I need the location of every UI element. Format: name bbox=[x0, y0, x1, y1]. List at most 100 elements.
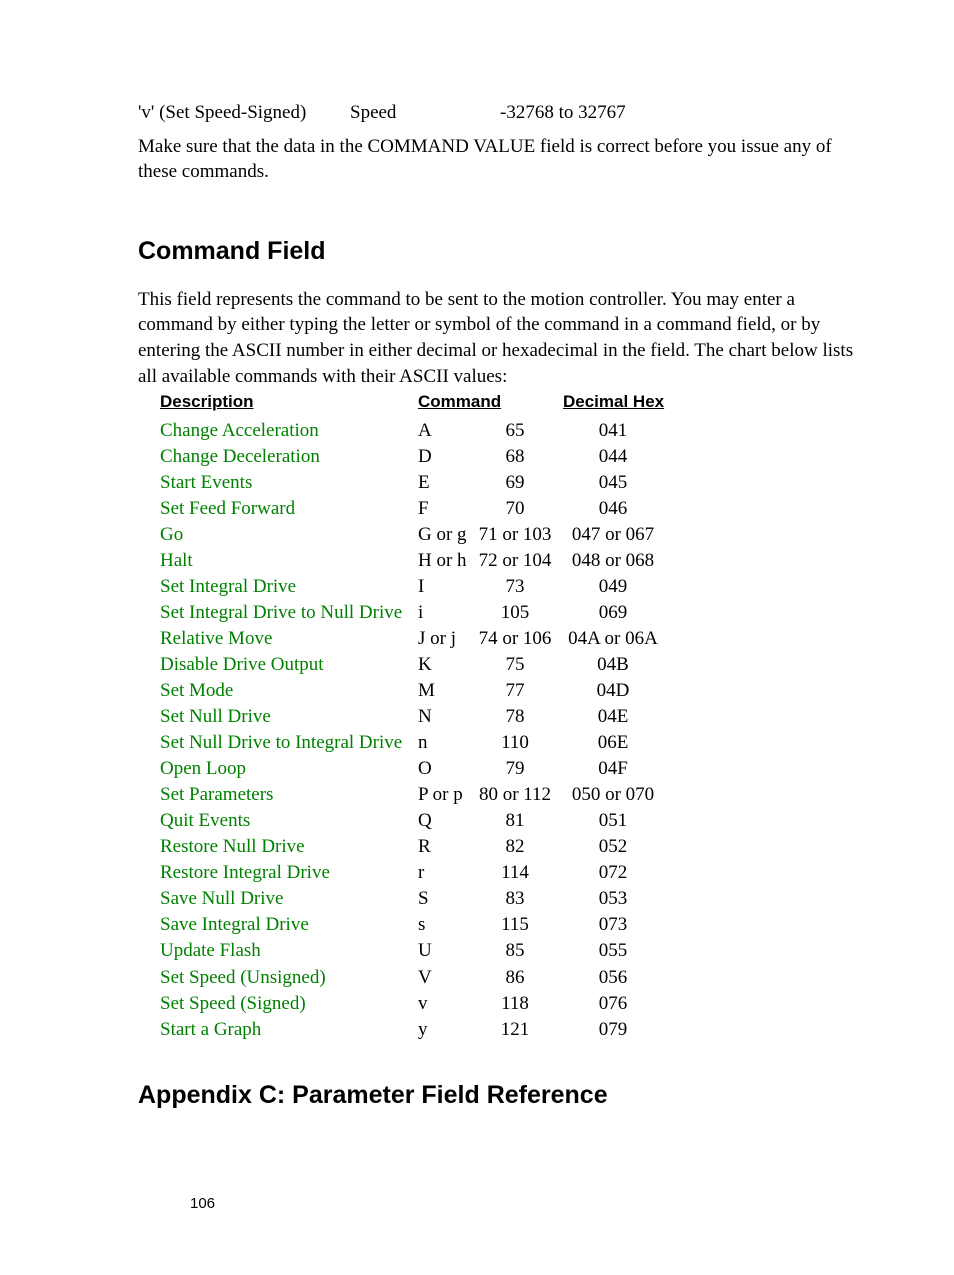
command-decimal: 79 bbox=[467, 756, 563, 782]
command-description-link[interactable]: Save Integral Drive bbox=[160, 912, 418, 938]
command-decimal: 78 bbox=[467, 704, 563, 730]
command-letter: E bbox=[418, 470, 467, 496]
command-table-row: Set Null Drive to Integral Driven11006E bbox=[160, 730, 864, 756]
command-decimal: 74 or 106 bbox=[467, 626, 563, 652]
command-decimal: 105 bbox=[467, 600, 563, 626]
command-table-header: Description Command Decimal Hex bbox=[160, 391, 864, 414]
command-description-link[interactable]: Restore Integral Drive bbox=[160, 860, 418, 886]
command-description-link[interactable]: Start a Graph bbox=[160, 1017, 418, 1043]
command-table-row: Save Null DriveS83053 bbox=[160, 886, 864, 912]
command-description-link[interactable]: Open Loop bbox=[160, 756, 418, 782]
command-decimal: 115 bbox=[467, 912, 563, 938]
command-hex: 046 bbox=[563, 496, 663, 522]
command-description-link[interactable]: Set Speed (Signed) bbox=[160, 991, 418, 1017]
command-hex: 051 bbox=[563, 808, 663, 834]
command-description-link[interactable]: Set Integral Drive bbox=[160, 574, 418, 600]
command-description-link[interactable]: Set Integral Drive to Null Drive bbox=[160, 600, 418, 626]
page-number: 106 bbox=[190, 1194, 864, 1214]
command-table-row: Set Speed (Signed)v118076 bbox=[160, 991, 864, 1017]
command-table-row: Update FlashU85055 bbox=[160, 938, 864, 964]
command-description-link[interactable]: Set Null Drive to Integral Drive bbox=[160, 730, 418, 756]
command-hex: 047 or 067 bbox=[563, 522, 663, 548]
speed-row-c1: 'v' (Set Speed-Signed) bbox=[138, 100, 350, 126]
command-description-link[interactable]: Change Deceleration bbox=[160, 444, 418, 470]
command-decimal: 86 bbox=[467, 965, 563, 991]
command-hex: 079 bbox=[563, 1017, 663, 1043]
command-description-link[interactable]: Set Null Drive bbox=[160, 704, 418, 730]
command-description-link[interactable]: Quit Events bbox=[160, 808, 418, 834]
command-letter: n bbox=[418, 730, 467, 756]
command-decimal: 75 bbox=[467, 652, 563, 678]
command-letter: i bbox=[418, 600, 467, 626]
command-description-link[interactable]: Disable Drive Output bbox=[160, 652, 418, 678]
command-decimal: 118 bbox=[467, 991, 563, 1017]
command-table-row: Set ModeM7704D bbox=[160, 678, 864, 704]
command-table-row: Quit EventsQ81051 bbox=[160, 808, 864, 834]
command-hex: 04E bbox=[563, 704, 663, 730]
speed-row-c3: -32768 to 32767 bbox=[500, 100, 670, 126]
command-table-row: Disable Drive OutputK7504B bbox=[160, 652, 864, 678]
command-letter: s bbox=[418, 912, 467, 938]
command-decimal: 85 bbox=[467, 938, 563, 964]
command-decimal: 114 bbox=[467, 860, 563, 886]
command-hex: 04F bbox=[563, 756, 663, 782]
command-hex: 052 bbox=[563, 834, 663, 860]
command-letter: R bbox=[418, 834, 467, 860]
command-letter: M bbox=[418, 678, 467, 704]
command-table-row: Set Speed (Unsigned)V86056 bbox=[160, 965, 864, 991]
command-hex: 076 bbox=[563, 991, 663, 1017]
command-decimal: 121 bbox=[467, 1017, 563, 1043]
header-description: Description bbox=[160, 391, 418, 414]
command-table-row: Save Integral Drives115073 bbox=[160, 912, 864, 938]
command-table-row: Open LoopO7904F bbox=[160, 756, 864, 782]
command-description-link[interactable]: Relative Move bbox=[160, 626, 418, 652]
command-description-link[interactable]: Change Acceleration bbox=[160, 418, 418, 444]
command-letter: U bbox=[418, 938, 467, 964]
command-description-link[interactable]: Start Events bbox=[160, 470, 418, 496]
heading-appendix-c: Appendix C: Parameter Field Reference bbox=[138, 1079, 864, 1113]
command-hex: 048 or 068 bbox=[563, 548, 663, 574]
command-table-row: Change DecelerationD68044 bbox=[160, 444, 864, 470]
command-table-row: GoG or g71 or 103047 or 067 bbox=[160, 522, 864, 548]
command-letter: A bbox=[418, 418, 467, 444]
command-letter: D bbox=[418, 444, 467, 470]
command-table-row: Set Integral Drive to Null Drivei105069 bbox=[160, 600, 864, 626]
command-hex: 053 bbox=[563, 886, 663, 912]
command-hex: 056 bbox=[563, 965, 663, 991]
command-description-link[interactable]: Set Speed (Unsigned) bbox=[160, 965, 418, 991]
command-letter: K bbox=[418, 652, 467, 678]
command-hex: 04A or 06A bbox=[563, 626, 663, 652]
command-decimal: 81 bbox=[467, 808, 563, 834]
speed-row-c2: Speed bbox=[350, 100, 500, 126]
command-table-row: Start a Graphy121079 bbox=[160, 1017, 864, 1043]
command-decimal: 73 bbox=[467, 574, 563, 600]
command-description-link[interactable]: Set Parameters bbox=[160, 782, 418, 808]
command-decimal: 68 bbox=[467, 444, 563, 470]
header-decimal-hex: Decimal Hex bbox=[563, 391, 664, 414]
command-description-link[interactable]: Go bbox=[160, 522, 418, 548]
command-hex: 073 bbox=[563, 912, 663, 938]
command-letter: I bbox=[418, 574, 467, 600]
command-hex: 045 bbox=[563, 470, 663, 496]
command-letter: v bbox=[418, 991, 467, 1017]
command-description-link[interactable]: Halt bbox=[160, 548, 418, 574]
command-decimal: 70 bbox=[467, 496, 563, 522]
paragraph-command-field-intro: This field represents the command to be … bbox=[138, 287, 864, 390]
command-letter: y bbox=[418, 1017, 467, 1043]
command-description-link[interactable]: Save Null Drive bbox=[160, 886, 418, 912]
header-command: Command bbox=[418, 391, 563, 414]
command-description-link[interactable]: Update Flash bbox=[160, 938, 418, 964]
command-description-link[interactable]: Set Feed Forward bbox=[160, 496, 418, 522]
command-table-row: Restore Null DriveR82052 bbox=[160, 834, 864, 860]
command-letter: J or j bbox=[418, 626, 467, 652]
command-decimal: 82 bbox=[467, 834, 563, 860]
command-description-link[interactable]: Restore Null Drive bbox=[160, 834, 418, 860]
command-letter: H or h bbox=[418, 548, 467, 574]
heading-command-field: Command Field bbox=[138, 235, 864, 269]
command-description-link[interactable]: Set Mode bbox=[160, 678, 418, 704]
speed-row: 'v' (Set Speed-Signed) Speed -32768 to 3… bbox=[138, 100, 864, 126]
command-letter: r bbox=[418, 860, 467, 886]
command-hex: 050 or 070 bbox=[563, 782, 663, 808]
command-hex: 06E bbox=[563, 730, 663, 756]
command-table-row: Start EventsE69045 bbox=[160, 470, 864, 496]
